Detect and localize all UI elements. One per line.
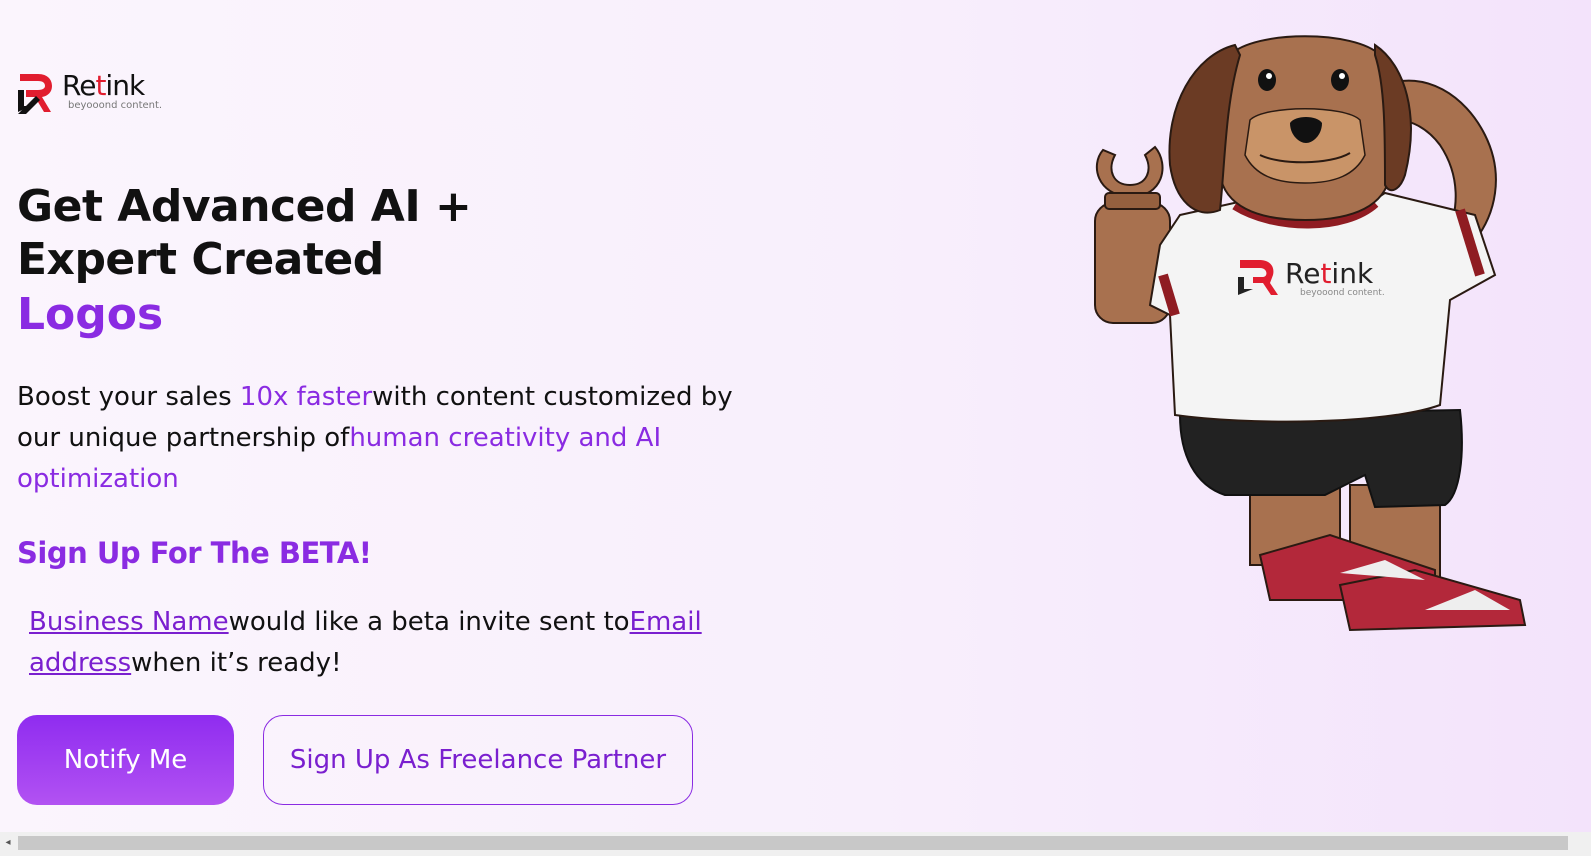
hero-title: Get Advanced AI + Expert Created [17, 181, 472, 285]
scroll-left-arrow-icon[interactable]: ◂ [2, 836, 14, 850]
hero-title-accent: Logos [17, 289, 164, 340]
retink-logo-icon [18, 74, 52, 114]
svg-text:beyooond content.: beyooond content. [1300, 288, 1385, 298]
notify-me-button[interactable]: Notify Me [17, 715, 234, 805]
horizontal-scrollbar[interactable]: ◂ [0, 832, 1591, 856]
beta-invite-sentence: Business Namewould like a beta invite se… [29, 602, 729, 684]
desc-part1: Boost your sales [17, 382, 240, 412]
beta-heading: Sign Up For The BETA! [17, 536, 372, 570]
brand-tagline: beyooond content. [68, 100, 163, 111]
hero-description: Boost your sales 10x fasterwith content … [17, 377, 737, 500]
invite-end-text: when it’s ready! [131, 648, 342, 678]
scrollbar-thumb[interactable] [18, 836, 1568, 850]
brand-wordmark-accent: t [95, 69, 106, 102]
business-name-field[interactable]: Business Name [29, 607, 229, 637]
brand-logo[interactable]: Retink beyooond content. [16, 72, 162, 116]
freelance-partner-button[interactable]: Sign Up As Freelance Partner [263, 715, 693, 805]
invite-middle-text: would like a beta invite sent to [228, 607, 630, 637]
svg-text:Retink: Retink [1285, 257, 1374, 290]
brand-text: Retink beyooond content. [62, 72, 162, 111]
brand-wordmark: Retink [62, 69, 145, 102]
desc-highlight-speed: 10x faster [239, 382, 373, 412]
dog-mascot-illustration: Retink beyooond content. [1094, 35, 1527, 632]
